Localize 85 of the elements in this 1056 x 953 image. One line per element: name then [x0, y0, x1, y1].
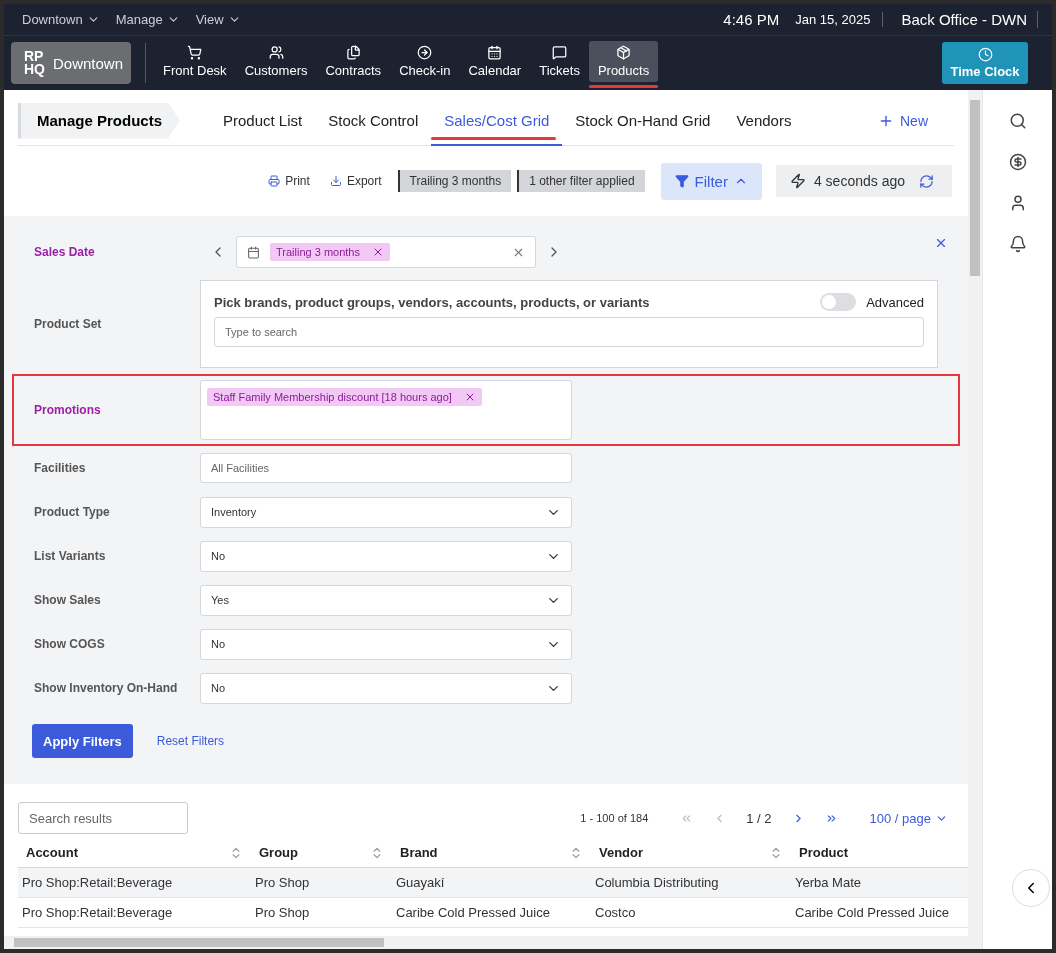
export-button[interactable]: Export	[325, 174, 386, 188]
tab[interactable]: Vendors	[723, 96, 805, 146]
select-field[interactable]: Yes	[200, 584, 572, 616]
select-field[interactable]: No	[200, 628, 572, 660]
filter-label: Sales Date	[34, 245, 96, 259]
filter-label: Show Inventory On-Hand	[34, 681, 179, 695]
new-button[interactable]: New	[872, 111, 934, 130]
date-range-field[interactable]: Trailing 3 months	[236, 236, 536, 268]
filter-label: Product Set	[34, 317, 103, 331]
table-cell: Columbia Distributing	[591, 868, 791, 898]
nav-item[interactable]: Front Desk	[154, 40, 236, 82]
dollar-icon[interactable]	[1008, 153, 1027, 171]
bell-icon[interactable]	[1008, 235, 1027, 253]
print-button[interactable]: Print	[264, 174, 314, 188]
arrow-circle-icon	[417, 44, 433, 60]
page-title: Manage Products	[18, 102, 180, 139]
search-icon[interactable]	[1008, 112, 1027, 130]
tab[interactable]: Stock Control	[315, 96, 432, 146]
table-cell: Yerba Mate	[791, 868, 968, 898]
location-name: Back Office - DWN	[899, 11, 1038, 28]
current-date: Jan 15, 2025	[795, 12, 884, 27]
close-button[interactable]	[934, 236, 948, 250]
select-field[interactable]: No	[200, 672, 572, 704]
select-field[interactable]: No	[200, 540, 572, 572]
nav-item[interactable]: Customers	[235, 40, 317, 82]
time-clock-button[interactable]: Time Clock	[942, 42, 1028, 84]
vertical-scrollbar[interactable]	[968, 90, 982, 936]
nav-item[interactable]: Contracts	[316, 40, 391, 82]
calendar-icon	[247, 245, 260, 259]
documents-icon	[345, 44, 361, 60]
toggle-label: Advanced	[866, 294, 924, 310]
users-icon	[268, 44, 284, 60]
refresh-time: 4 seconds ago	[813, 173, 905, 189]
result-range: 1 - 100 of 184	[580, 812, 649, 824]
facilities-field[interactable]: All Facilities	[200, 453, 572, 483]
select-field[interactable]: Inventory	[200, 496, 572, 528]
top-menu[interactable]: View	[195, 12, 241, 27]
search-field[interactable]: Search results	[18, 802, 188, 834]
filter-label: Show COGS	[34, 637, 106, 651]
top-menu[interactable]: Downtown	[22, 12, 100, 27]
box-icon	[616, 44, 632, 60]
filter-tag: Staff Family Membership discount [18 hours ago]	[207, 388, 482, 406]
clock-time: 4:46 PM	[723, 11, 780, 28]
cart-icon	[187, 44, 203, 60]
top-menu[interactable]: Manage	[115, 12, 180, 27]
tab[interactable]: Stock On-Hand Grid	[562, 96, 724, 146]
table-cell: Pro Shop	[251, 868, 392, 898]
close-icon	[934, 236, 948, 250]
filter-label: List Variants	[34, 549, 107, 563]
logo-text: HQ	[24, 63, 45, 76]
filter-label: Show Sales	[34, 593, 102, 607]
nav-item[interactable]: Check-in	[390, 40, 460, 82]
advanced-toggle[interactable]	[820, 293, 857, 311]
download-icon	[329, 175, 342, 187]
logo-text: RP	[24, 50, 45, 63]
table-cell: Guayakí	[392, 868, 591, 898]
nav-item[interactable]: Products	[588, 40, 659, 82]
location-label: Downtown	[53, 54, 124, 72]
tab[interactable]: Sales/Cost Grid	[431, 96, 563, 146]
filter-chip: 1 other filter applied	[517, 170, 645, 192]
printer-icon	[268, 175, 281, 187]
reset-filters-link[interactable]: Reset Filters	[150, 733, 231, 749]
product-set-prompt: Pick brands, product groups, vendors, accounts, products, or variants	[214, 294, 651, 310]
table-cell: Pro Shop:Retail:Beverage	[18, 868, 251, 898]
promotions-field[interactable]: Staff Family Membership discount [18 hours ago]	[200, 380, 572, 440]
filter-button[interactable]: Filter	[660, 162, 762, 200]
horizontal-scrollbar[interactable]	[4, 936, 982, 949]
filter-chip: Trailing 3 months	[397, 170, 512, 192]
calendar-icon	[487, 44, 503, 60]
nav-item[interactable]: Calendar	[459, 40, 531, 82]
page-size-select[interactable]: 100 / page	[863, 809, 954, 827]
filter-label: Product Type	[34, 505, 111, 519]
page-indicator: 1 / 2	[745, 810, 773, 826]
tab[interactable]: Product List	[210, 96, 316, 146]
apply-filters-button[interactable]: Apply Filters	[32, 724, 133, 758]
chat-bubble-icon	[552, 44, 568, 60]
search-field[interactable]: Type to search	[214, 317, 924, 347]
filter-label: Facilities	[34, 461, 87, 475]
clock-icon	[977, 47, 993, 62]
funnel-icon	[674, 174, 689, 188]
nav-item[interactable]: Tickets	[530, 40, 589, 82]
filter-label: Promotions	[34, 403, 102, 417]
filter-tag: Trailing 3 months	[270, 243, 390, 261]
lightning-icon	[789, 173, 806, 189]
refresh-icon[interactable]	[919, 173, 934, 189]
